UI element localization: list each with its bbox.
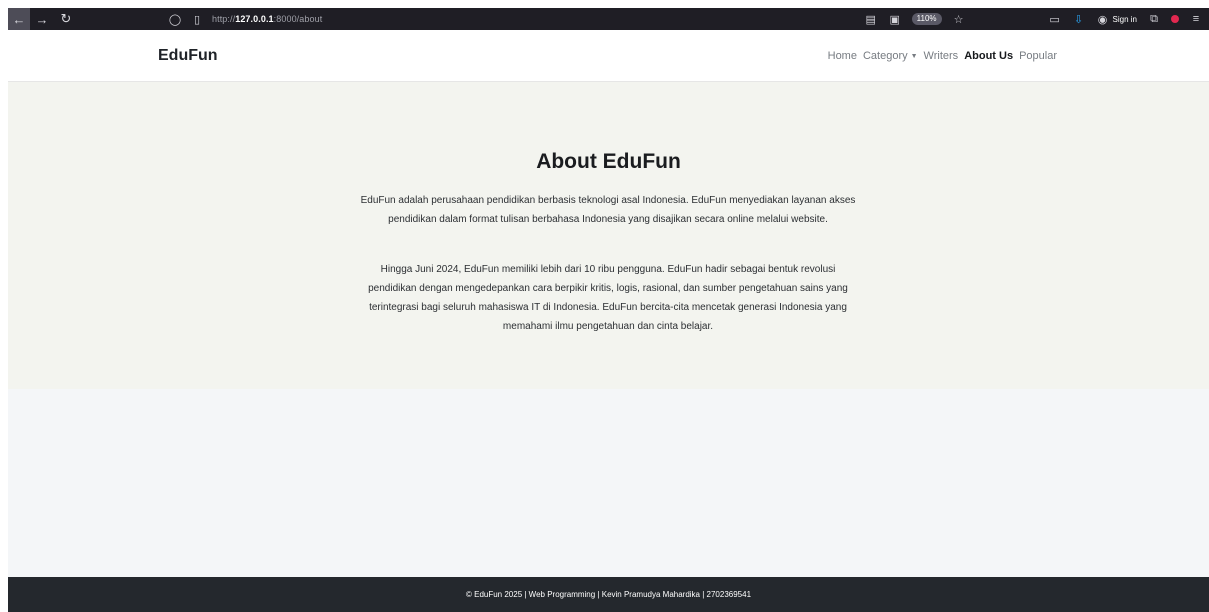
about-paragraph-1: EduFun adalah perusahaan pendidikan berb… bbox=[360, 195, 856, 225]
reload-icon[interactable]: ↻ bbox=[54, 8, 78, 30]
back-arrow-icon[interactable]: ← bbox=[8, 8, 30, 30]
nav-home-link[interactable]: Home bbox=[828, 50, 857, 62]
main-navigation: Home Category ▼ Writers About Us Popular bbox=[828, 50, 1057, 62]
account-icon: ◉ bbox=[1097, 13, 1108, 26]
nav-popular-link[interactable]: Popular bbox=[1019, 50, 1057, 62]
address-bar[interactable]: ◯ ▯ http://127.0.0.1:8000/about bbox=[168, 8, 322, 30]
sign-in-button[interactable]: ◉ Sign in bbox=[1096, 12, 1137, 26]
footer-text: © EduFun 2025 | Web Programming | Kevin … bbox=[465, 590, 752, 599]
download-icon[interactable]: ⇩ bbox=[1072, 12, 1086, 26]
notification-icon[interactable] bbox=[1171, 15, 1179, 23]
url-text[interactable]: http://127.0.0.1:8000/about bbox=[212, 14, 322, 24]
screenshot-icon[interactable]: ▣ bbox=[888, 12, 902, 26]
browser-toolbar: ← → ↻ ◯ ▯ http://127.0.0.1:8000/about ▤ … bbox=[8, 8, 1209, 30]
forward-arrow-icon[interactable]: → bbox=[30, 8, 54, 30]
brand-logo[interactable]: EduFun bbox=[158, 47, 218, 65]
site-footer: © EduFun 2025 | Web Programming | Kevin … bbox=[8, 577, 1209, 612]
nav-writers-link[interactable]: Writers bbox=[924, 50, 959, 62]
nav-about-us-link[interactable]: About Us bbox=[964, 50, 1013, 62]
browser-right-tools: ▤ ▣ 110% ☆ ▭ ⇩ ◉ Sign in ⧉ ≡ bbox=[864, 8, 1203, 30]
page-icon: ▯ bbox=[193, 13, 201, 26]
menu-icon[interactable]: ≡ bbox=[1189, 12, 1203, 26]
star-icon[interactable]: ☆ bbox=[952, 12, 966, 26]
empty-content-area bbox=[8, 389, 1209, 577]
zoom-level-badge[interactable]: 110% bbox=[911, 13, 942, 25]
extensions-icon[interactable]: ⧉ bbox=[1147, 12, 1161, 26]
about-section: About EduFun EduFun adalah perusahaan pe… bbox=[8, 82, 1209, 389]
reader-icon[interactable]: ▤ bbox=[864, 12, 878, 26]
page-title: About EduFun bbox=[536, 150, 681, 173]
chevron-down-icon: ▼ bbox=[910, 53, 918, 60]
shield-icon: ◯ bbox=[168, 13, 182, 26]
about-paragraph-2: Hingga Juni 2024, EduFun memiliki lebih … bbox=[368, 264, 848, 332]
sidebar-icon[interactable]: ▭ bbox=[1048, 12, 1062, 26]
nav-category-dropdown[interactable]: Category ▼ bbox=[863, 50, 918, 62]
site-navbar: EduFun Home Category ▼ Writers About Us P… bbox=[8, 30, 1209, 82]
